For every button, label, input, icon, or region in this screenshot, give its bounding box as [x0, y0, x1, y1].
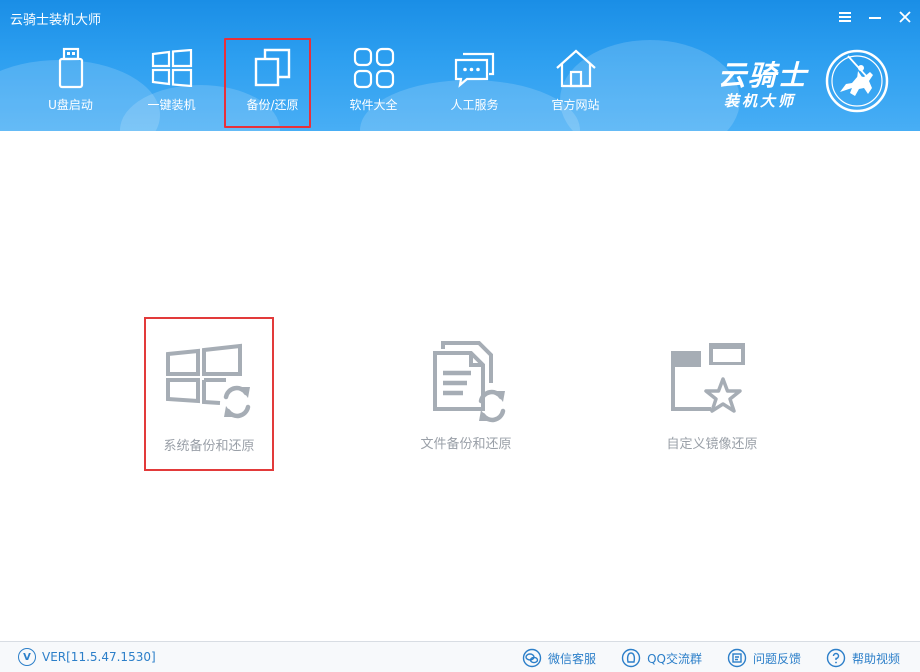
usb-drive-icon [49, 46, 93, 90]
system-backup-icon [166, 343, 251, 419]
qq-icon [621, 648, 641, 668]
apps-grid-icon [352, 46, 396, 90]
menu-button[interactable] [830, 0, 860, 34]
feature-label: 系统备份和还原 [163, 439, 255, 454]
brand-name: 云骑士 [718, 59, 809, 92]
footer-link-label: 帮助视频 [851, 651, 900, 666]
help-video-link[interactable]: 帮助视频 [826, 648, 900, 668]
chat-bubbles-icon [453, 46, 497, 90]
nav-item-label: 一键装机 [147, 98, 196, 112]
footer-link-label: 微信客服 [548, 651, 597, 666]
copy-icon [251, 46, 295, 90]
wechat-icon [522, 648, 542, 668]
nav-item-backup-restore[interactable]: 备份/还原 [222, 38, 323, 128]
close-button[interactable] [890, 0, 920, 34]
main-content: 系统备份和还原 文件备份和还原 自定义镜像还原 [0, 131, 920, 641]
feedback-link[interactable]: 问题反馈 [727, 648, 801, 668]
wechat-service-link[interactable]: 微信客服 [522, 648, 596, 668]
help-icon [826, 648, 846, 668]
nav-item-label: 人工服务 [450, 98, 499, 112]
nav-item-label: 备份/还原 [246, 98, 299, 112]
qq-group-link[interactable]: QQ交流群 [621, 648, 702, 668]
footer-links: 微信客服 QQ交流群 问题反馈 帮助视频 [497, 648, 900, 668]
close-icon [899, 11, 911, 23]
brand-subtitle: 装机大师 [724, 92, 797, 110]
feature-label: 文件备份和还原 [420, 437, 512, 452]
knight-logo-icon [825, 49, 889, 113]
system-backup-restore-option[interactable]: 系统备份和还原 [144, 317, 274, 471]
version-info: V VER[11.5.47.1530] [18, 648, 156, 666]
footer-link-label: 问题反馈 [752, 651, 801, 666]
custom-image-icon [671, 343, 745, 413]
nav-item-label: U盘启动 [48, 98, 93, 112]
nav-item-manual-service[interactable]: 人工服务 [424, 38, 525, 124]
window-controls [830, 0, 920, 34]
title-bar[interactable]: 云骑士装机大师 [0, 0, 920, 34]
version-icon: V [18, 648, 36, 666]
top-nav: U盘启动 一键装机 备份/还原 软件大全 人工服务 官方网站 [20, 38, 626, 128]
file-backup-icon [433, 341, 506, 423]
minimize-button[interactable] [860, 0, 890, 34]
home-icon [554, 46, 598, 90]
windows-icon [150, 46, 194, 90]
feature-label: 自定义镜像还原 [666, 437, 758, 452]
nav-item-label: 软件大全 [349, 98, 398, 112]
version-text: VER[11.5.47.1530] [42, 650, 156, 664]
nav-item-official-site[interactable]: 官方网站 [525, 38, 626, 124]
menu-icon [839, 12, 851, 22]
nav-item-one-click-install[interactable]: 一键装机 [121, 38, 222, 124]
brand-logo: 云骑士 装机大师 [710, 44, 890, 116]
nav-item-software[interactable]: 软件大全 [323, 38, 424, 124]
nav-item-usb-boot[interactable]: U盘启动 [20, 38, 121, 124]
app-title: 云骑士装机大师 [10, 13, 102, 28]
custom-image-restore-option[interactable]: 自定义镜像还原 [647, 317, 777, 471]
minimize-icon [869, 17, 881, 19]
feedback-icon [727, 648, 747, 668]
footer-bar: V VER[11.5.47.1530] 微信客服 QQ交流群 问题反馈 帮助视频 [0, 641, 920, 672]
file-backup-restore-option[interactable]: 文件备份和还原 [401, 317, 531, 471]
nav-item-label: 官方网站 [551, 98, 600, 112]
footer-link-label: QQ交流群 [647, 651, 702, 666]
header: 云骑士装机大师 U盘启动 一键装机 备份/还原 软件大全 人工服务 官方网站 云… [0, 0, 920, 131]
